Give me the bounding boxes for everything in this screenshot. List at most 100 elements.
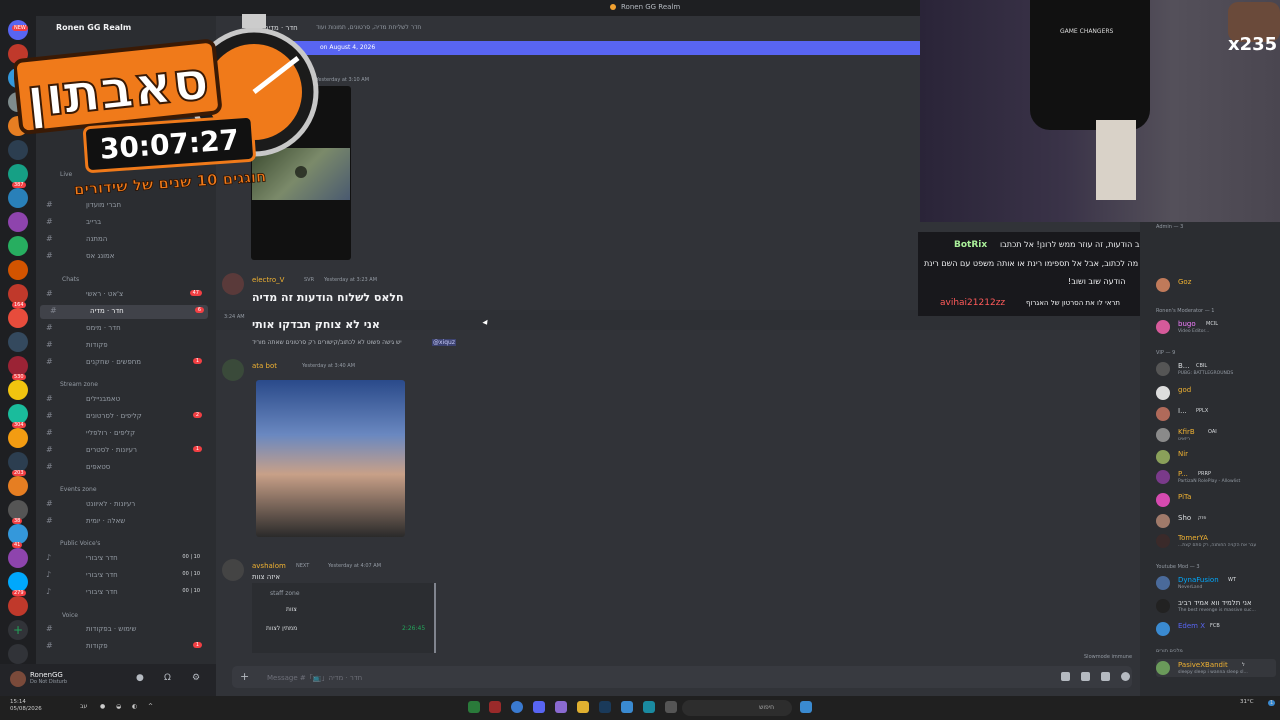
- avatar[interactable]: [222, 559, 244, 581]
- app-icon[interactable]: [621, 701, 633, 713]
- channel-item[interactable]: # צ'אט · ראשי 47: [36, 288, 206, 302]
- member-item[interactable]: Nir: [1156, 448, 1276, 466]
- message-author[interactable]: avshalom: [252, 562, 286, 570]
- member-item[interactable]: Sho פזק: [1156, 512, 1276, 530]
- sticker-icon[interactable]: [1101, 672, 1110, 681]
- member-item[interactable]: Goz: [1156, 276, 1276, 294]
- message-composer[interactable]: + Message #「📺」חדר · מדיה: [232, 666, 1132, 688]
- role-header: מלכים תורים: [1156, 648, 1183, 654]
- member-item[interactable]: bugo MCIL Video Editor...: [1156, 318, 1276, 336]
- voice-channel[interactable]: ♪ חדר ציבורי 00 | 10: [36, 586, 206, 600]
- channel-item[interactable]: # סטאפים: [36, 461, 206, 475]
- weather-widget[interactable]: 31°C: [1240, 699, 1254, 705]
- channel-item[interactable]: # טאמבניילים: [36, 393, 206, 407]
- channel-item[interactable]: # אמונג אס: [36, 250, 206, 264]
- channel-item[interactable]: # שאלה · יומית: [36, 515, 206, 529]
- windows-start-icon[interactable]: [800, 701, 812, 713]
- channel-item[interactable]: # פקודות 1: [36, 640, 206, 654]
- channel-item[interactable]: # שימוש · בפקודות: [36, 623, 206, 637]
- avatar[interactable]: [222, 359, 244, 381]
- member-item[interactable]: I... PPLX: [1156, 405, 1276, 423]
- add-attachment-icon[interactable]: +: [240, 670, 249, 683]
- discord-icon[interactable]: [533, 701, 545, 713]
- app-icon[interactable]: [555, 701, 567, 713]
- avatar[interactable]: [222, 273, 244, 295]
- server-icon[interactable]: [8, 404, 28, 424]
- member-item[interactable]: Edem X FCB: [1156, 620, 1276, 638]
- avatar[interactable]: [10, 671, 26, 687]
- message-author[interactable]: ata bot: [252, 362, 277, 370]
- file-explorer-icon[interactable]: [577, 701, 589, 713]
- member-item[interactable]: אני תלמיד ווא אמיד רביב The best revenge …: [1156, 597, 1276, 615]
- tray-chevron-icon[interactable]: ^: [148, 703, 153, 710]
- voice-channel[interactable]: ♪ חדר ציבורי 00 | 10: [36, 552, 206, 566]
- channel-item[interactable]: # רעיונות · לאיוונט: [36, 498, 206, 512]
- steam-icon[interactable]: [599, 701, 611, 713]
- server-icon[interactable]: [8, 260, 28, 280]
- member-item[interactable]: P... PRRP PartizaN RolePlay - Allowlist: [1156, 468, 1276, 486]
- edge-icon[interactable]: [643, 701, 655, 713]
- server-icon[interactable]: [8, 332, 28, 352]
- member-item[interactable]: PasiveXBandit ל sleepy sleep i wanna sleep…: [1156, 659, 1276, 677]
- channel-item[interactable]: # רעיונות · לסטרים 1: [36, 444, 206, 458]
- server-icon[interactable]: [8, 356, 28, 376]
- member-item[interactable]: TomerYA ...עבר את הקניה החותנה, רק סתם קצ…: [1156, 532, 1276, 550]
- category-chats[interactable]: Chats: [62, 276, 79, 283]
- app-icon[interactable]: [468, 701, 480, 713]
- user-mention[interactable]: @xiquz: [432, 339, 456, 346]
- category-events-zone[interactable]: Events zone: [60, 486, 97, 493]
- language-indicator[interactable]: עב: [80, 703, 87, 710]
- taskbar-search[interactable]: חיפוש: [682, 700, 792, 716]
- server-icon[interactable]: [8, 308, 28, 328]
- channel-item[interactable]: # מחפשים · שחקנים 1: [36, 356, 206, 370]
- server-icon[interactable]: [8, 572, 28, 592]
- chrome-icon[interactable]: [511, 701, 523, 713]
- channel-item[interactable]: # ברייב: [36, 216, 206, 230]
- emoji-icon[interactable]: [1121, 672, 1130, 681]
- channel-item[interactable]: # קליפים · לסרטונים 2: [36, 410, 206, 424]
- microphone-icon[interactable]: ●: [136, 673, 144, 683]
- server-icon[interactable]: [8, 212, 28, 232]
- gift-icon[interactable]: [1061, 672, 1070, 681]
- server-icon[interactable]: [8, 284, 28, 304]
- headphones-icon[interactable]: Ω: [164, 673, 171, 683]
- server-icon[interactable]: [8, 500, 28, 520]
- app-icon[interactable]: [665, 701, 677, 713]
- member-item[interactable]: KfirB OAI ריזאיט: [1156, 426, 1276, 444]
- voice-channel[interactable]: ♪ חדר ציבורי 00 | 10: [36, 569, 206, 583]
- microphone-tray-icon[interactable]: ●: [100, 703, 105, 710]
- channel-item[interactable]: # חדר · מימס: [36, 322, 206, 336]
- server-icon[interactable]: [8, 524, 28, 544]
- channel-item[interactable]: # קליפים · רולפליי: [36, 427, 206, 441]
- network-icon[interactable]: ◒: [116, 703, 121, 710]
- server-icon[interactable]: [8, 380, 28, 400]
- app-icon[interactable]: [489, 701, 501, 713]
- shirt-text: GAME CHANGERS: [1060, 28, 1114, 35]
- category-voice[interactable]: Voice: [62, 612, 78, 619]
- member-item[interactable]: god: [1156, 384, 1276, 402]
- channel-item[interactable]: # פקודות: [36, 339, 206, 353]
- add-server-icon[interactable]: +: [8, 620, 28, 640]
- notification-badge[interactable]: 1: [1268, 700, 1276, 706]
- message-input[interactable]: Message #「📺」חדר · מדיה: [267, 673, 362, 683]
- server-icon[interactable]: [8, 596, 28, 616]
- server-icon[interactable]: [8, 452, 28, 472]
- image-attachment[interactable]: [256, 380, 405, 537]
- member-name: bugo: [1178, 320, 1196, 328]
- channel-item-active[interactable]: # חדר · מדיה 6: [40, 305, 208, 319]
- server-icon[interactable]: [8, 548, 28, 568]
- server-icon[interactable]: [8, 428, 28, 448]
- category-public-voice[interactable]: Public Voice's: [60, 540, 100, 547]
- gif-icon[interactable]: [1081, 672, 1090, 681]
- member-item[interactable]: DynaFusion WT NeverLand: [1156, 574, 1276, 592]
- member-item[interactable]: B... CBIL PUBG: BATTLEGROUNDS: [1156, 360, 1276, 378]
- message-author[interactable]: electro_V: [252, 276, 284, 284]
- server-icon[interactable]: [8, 236, 28, 256]
- member-item[interactable]: PiTa: [1156, 491, 1276, 509]
- volume-icon[interactable]: ◐: [132, 703, 137, 710]
- channel-item[interactable]: # המתנה: [36, 233, 206, 247]
- category-stream-zone[interactable]: Stream zone: [60, 381, 98, 388]
- gear-icon[interactable]: ⚙: [192, 673, 200, 683]
- server-icon[interactable]: [8, 476, 28, 496]
- discover-icon[interactable]: [8, 644, 28, 664]
